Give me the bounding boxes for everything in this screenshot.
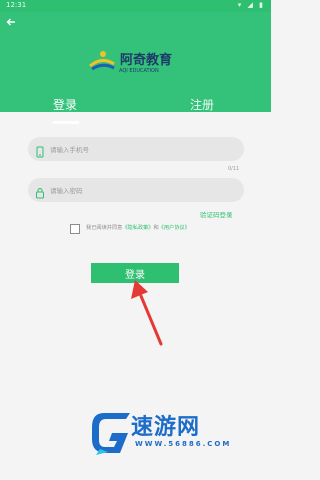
phone-counter: 0/11 [228, 166, 240, 172]
logo-text: 阿奇教育 [120, 52, 172, 68]
watermark-url: WWW.56886.COM [135, 440, 232, 448]
user-agreement-link[interactable]: 《用户协议》 [159, 225, 190, 231]
agreement-checkbox[interactable] [70, 224, 80, 234]
login-button[interactable]: 登录 [91, 263, 179, 283]
agreement-text: 我已阅读并同意《隐私政策》和《用户协议》 [86, 224, 190, 231]
watermark-title: 速游网 [131, 415, 201, 440]
back-arrow-icon[interactable] [6, 17, 16, 29]
tab-indicator [53, 121, 79, 124]
wifi-icon: ▾ [237, 1, 244, 9]
signal-icon: ◢ [247, 1, 255, 9]
auth-tabs: 登录 注册 [0, 90, 271, 124]
privacy-policy-link[interactable]: 《隐私政策》 [122, 225, 153, 231]
app-header: 阿奇教育 AQI EDUCATION 登录 注册 [0, 12, 271, 124]
app-logo: 阿奇教育 AQI EDUCATION [88, 42, 188, 82]
lock-icon [35, 184, 45, 199]
password-input[interactable] [48, 180, 240, 202]
status-bar: 12:31 ▾ ◢ ▮ [0, 0, 271, 12]
phone-field[interactable] [28, 137, 244, 161]
phone-input[interactable] [48, 139, 240, 161]
phone-icon [35, 143, 45, 158]
agreement-label: 我已阅读并同意 [86, 225, 123, 231]
watermark: 速游网 WWW.56886.COM [90, 407, 260, 457]
logo-subtext: AQI EDUCATION [119, 68, 159, 74]
logo-mark-icon: 阿奇教育 AQI EDUCATION [89, 51, 172, 74]
password-field[interactable] [28, 178, 244, 202]
watermark-logo-icon [92, 413, 130, 455]
tab-register[interactable]: 注册 [190, 96, 214, 113]
code-login-link[interactable]: 验证码登录 [200, 209, 233, 219]
status-icons: ▾ ◢ ▮ [238, 1, 265, 9]
battery-icon: ▮ [259, 1, 265, 9]
status-time: 12:31 [6, 1, 27, 9]
tab-login[interactable]: 登录 [53, 96, 77, 113]
